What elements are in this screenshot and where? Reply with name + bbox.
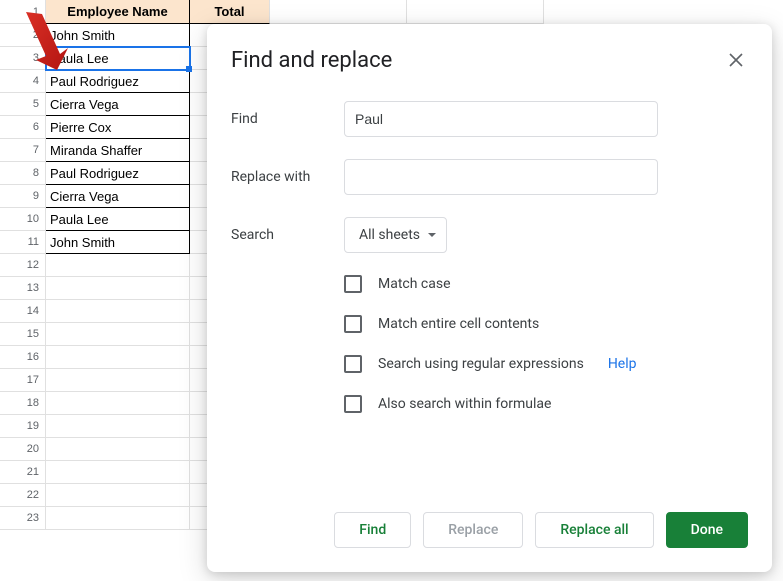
cell[interactable] [46, 300, 190, 323]
cell[interactable] [46, 415, 190, 438]
formulae-label: Also search within formulae [378, 396, 551, 412]
cell[interactable]: Paula Lee [46, 47, 190, 70]
row-headers: 1234567891011121314151617181920212223 [0, 0, 46, 530]
row-header[interactable]: 18 [0, 392, 46, 415]
row-header[interactable]: 19 [0, 415, 46, 438]
row-header[interactable]: 6 [0, 116, 46, 139]
cell[interactable]: Miranda Shaffer [46, 139, 190, 162]
find-replace-dialog: Find and replace Find Replace with Searc… [207, 24, 772, 572]
row-header[interactable]: 16 [0, 346, 46, 369]
replace-input[interactable] [344, 159, 658, 195]
row-header[interactable]: 3 [0, 47, 46, 70]
regex-label: Search using regular expressions [378, 356, 584, 372]
match-case-checkbox[interactable] [344, 275, 362, 293]
close-icon [729, 53, 743, 67]
search-scope-dropdown[interactable]: All sheets [344, 217, 447, 253]
row-header[interactable]: 9 [0, 185, 46, 208]
row-header[interactable]: 20 [0, 438, 46, 461]
column-header-B[interactable]: Total [190, 0, 270, 24]
row-header[interactable]: 21 [0, 461, 46, 484]
done-button[interactable]: Done [666, 512, 748, 548]
row-header[interactable]: 13 [0, 277, 46, 300]
match-entire-checkbox[interactable] [344, 315, 362, 333]
replace-label: Replace with [231, 169, 344, 185]
row-header[interactable]: 10 [0, 208, 46, 231]
match-entire-label: Match entire cell contents [378, 316, 539, 332]
row-header[interactable]: 23 [0, 507, 46, 530]
cell[interactable]: Pierre Cox [46, 116, 190, 139]
cell[interactable] [46, 438, 190, 461]
replace-all-button[interactable]: Replace all [535, 512, 653, 548]
cell[interactable]: Cierra Vega [46, 185, 190, 208]
row-header[interactable]: 22 [0, 484, 46, 507]
row-header[interactable]: 14 [0, 300, 46, 323]
formulae-checkbox[interactable] [344, 395, 362, 413]
cell[interactable]: John Smith [46, 231, 190, 254]
dialog-title: Find and replace [231, 48, 392, 73]
cell[interactable]: Cierra Vega [46, 93, 190, 116]
row-header[interactable]: 2 [0, 24, 46, 47]
row-header[interactable]: 12 [0, 254, 46, 277]
search-scope-value: All sheets [359, 227, 420, 243]
regex-help-link[interactable]: Help [608, 356, 637, 372]
row-header[interactable]: 5 [0, 93, 46, 116]
row-header[interactable]: 7 [0, 139, 46, 162]
cell[interactable]: Paula Lee [46, 208, 190, 231]
column-headers: Employee Name Total [46, 0, 783, 24]
cell[interactable] [46, 461, 190, 484]
find-input[interactable] [344, 101, 658, 137]
row-header[interactable]: 8 [0, 162, 46, 185]
regex-checkbox[interactable] [344, 355, 362, 373]
cell[interactable] [46, 369, 190, 392]
replace-button[interactable]: Replace [423, 512, 523, 548]
column-header-C[interactable] [270, 0, 407, 24]
cell[interactable] [46, 507, 190, 530]
cell[interactable] [46, 392, 190, 415]
cell[interactable]: Paul Rodriguez [46, 162, 190, 185]
cell[interactable] [46, 277, 190, 300]
match-case-label: Match case [378, 276, 451, 292]
row-header[interactable]: 1 [0, 0, 46, 24]
row-header[interactable]: 4 [0, 70, 46, 93]
cell[interactable]: John Smith [46, 24, 190, 47]
row-header[interactable]: 17 [0, 369, 46, 392]
row-header[interactable]: 11 [0, 231, 46, 254]
search-label: Search [231, 227, 344, 243]
cell[interactable] [46, 484, 190, 507]
close-button[interactable] [724, 48, 748, 72]
row-header[interactable]: 15 [0, 323, 46, 346]
cell[interactable] [46, 254, 190, 277]
column-header-A[interactable]: Employee Name [46, 0, 190, 24]
find-button[interactable]: Find [334, 512, 411, 548]
cell[interactable] [46, 323, 190, 346]
find-label: Find [231, 111, 344, 127]
chevron-down-icon [428, 233, 436, 237]
cell[interactable] [46, 346, 190, 369]
column-header-D[interactable] [407, 0, 544, 24]
cell[interactable]: Paul Rodriguez [46, 70, 190, 93]
